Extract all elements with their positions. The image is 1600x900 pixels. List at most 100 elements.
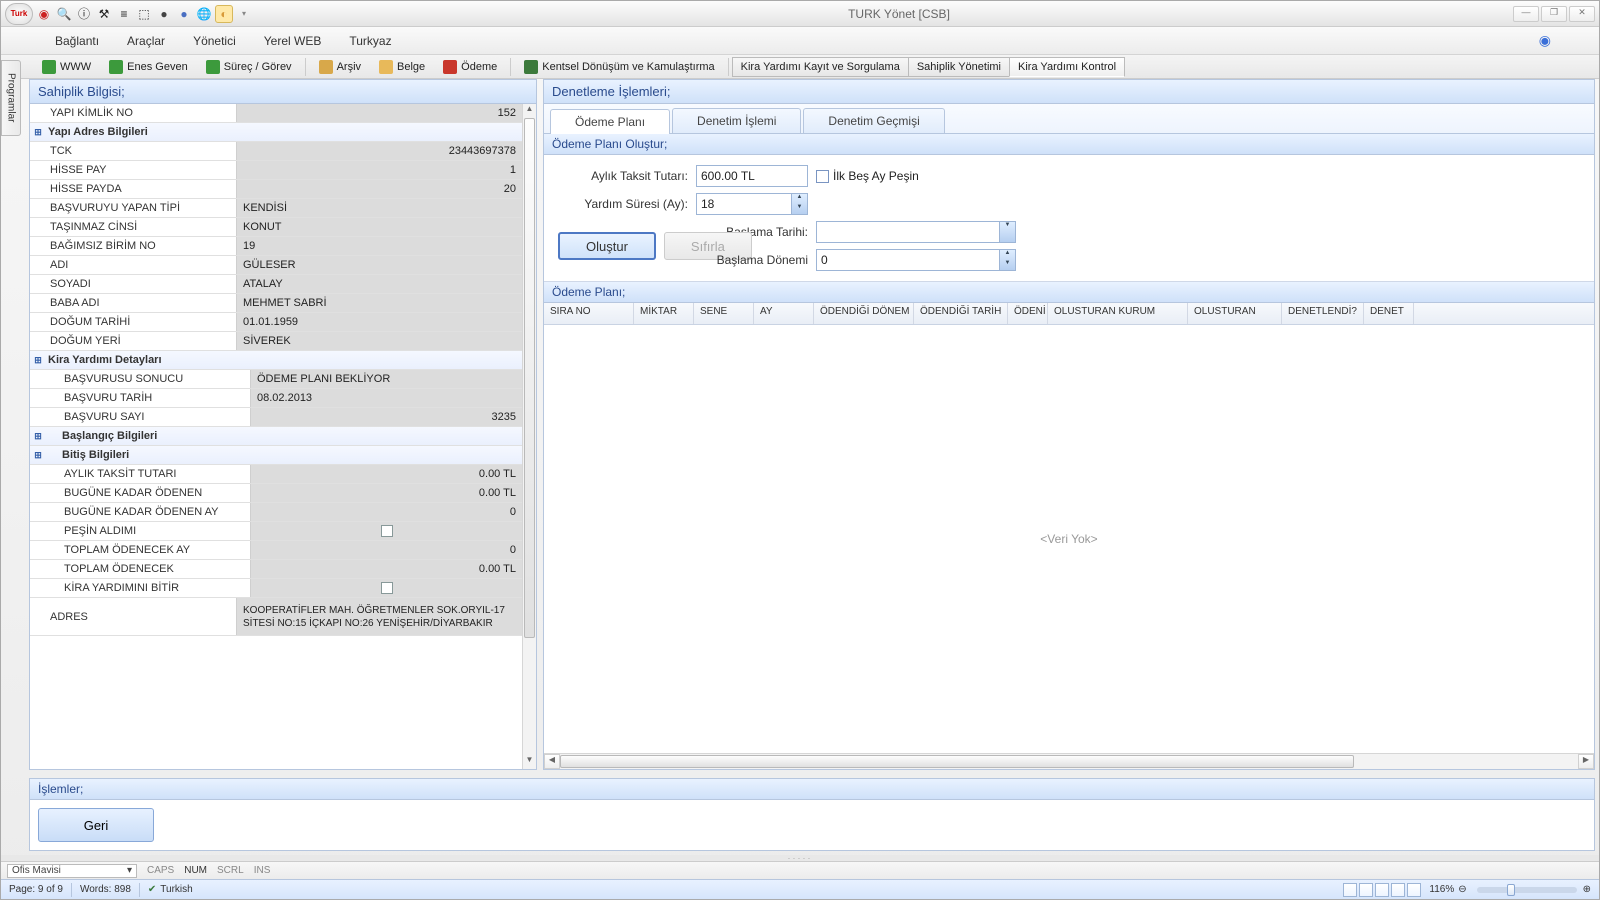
grid-row-9: SOYADIATALAY	[30, 275, 536, 294]
statusbar-2: Page: 9 of 9 Words: 898 ✔ Turkish 116% ⊖…	[1, 879, 1599, 899]
geri-button[interactable]: Geri	[38, 808, 154, 842]
vscroll[interactable]: ▲ ▼	[522, 104, 536, 769]
grid-row-15: BAŞVURU TARİH08.02.2013	[30, 389, 536, 408]
dg-col-10[interactable]: DENET	[1364, 303, 1414, 324]
view-btn-4[interactable]	[1391, 883, 1405, 897]
ilkbes-checkbox[interactable]	[816, 170, 829, 183]
dg-col-0[interactable]: SIRA NO	[544, 303, 634, 324]
st-tab-0[interactable]: Kira Yardımı Kayıt ve Sorgulama	[732, 57, 909, 77]
baslama-tarihi-input[interactable]: ▼	[816, 221, 1016, 243]
row-label-22: PEŞİN ALDIMI	[60, 525, 250, 537]
dg-col-8[interactable]: OLUSTURAN	[1188, 303, 1282, 324]
zoom-in[interactable]: ⊕	[1583, 884, 1591, 895]
row-value-6: KONUT	[236, 218, 522, 236]
tb-icon-globe[interactable]: 🌐	[195, 5, 213, 23]
dg-col-3[interactable]: AY	[754, 303, 814, 324]
tb-icon-last[interactable]: ◐	[215, 5, 233, 23]
st-btn-6[interactable]: Kentsel Dönüşüm ve Kamulaştırma	[515, 57, 723, 77]
baslama-donemi-input[interactable]: 0▲▼	[816, 249, 1016, 271]
datagrid: SIRA NOMİKTARSENEAYÖDENDİĞİ DÖNEMÖDENDİĞ…	[544, 303, 1594, 769]
zoom-out[interactable]: ⊖	[1458, 884, 1466, 895]
sure-input[interactable]: 18▲▼	[696, 193, 808, 215]
tb-icon-dropdown[interactable]: ▾	[235, 5, 253, 23]
view-btn-5[interactable]	[1407, 883, 1421, 897]
st-btn-4[interactable]: Belge	[370, 57, 434, 77]
tb-icon-tool[interactable]: ⚒	[95, 5, 113, 23]
st-btn-0[interactable]: WWW	[33, 57, 100, 77]
hscroll[interactable]: ◀ ▶	[544, 753, 1594, 769]
st-btn-1[interactable]: Enes Geven	[100, 57, 197, 77]
st-icon-0	[42, 60, 56, 74]
expand-icon[interactable]: ⊞	[30, 431, 46, 442]
st-btn-3[interactable]: Arşiv	[310, 57, 370, 77]
theme-selector[interactable]: Ofis Mavisi▾	[7, 864, 137, 878]
view-btn-2[interactable]	[1359, 883, 1373, 897]
row-label-20: BUGÜNE KADAR ÖDENEN	[60, 487, 250, 499]
sub-tab-1[interactable]: Denetim İşlemi	[672, 108, 801, 133]
row-value-20: 0.00 TL	[250, 484, 522, 502]
zoom-slider[interactable]	[1477, 887, 1577, 893]
menu-yonetici[interactable]: Yönetici	[179, 30, 250, 52]
tb-icon-dot1[interactable]: ●	[155, 5, 173, 23]
row-label-7: BAĞIMSIZ BİRİM NO	[46, 240, 236, 252]
row-label-3: HİSSE PAY	[46, 164, 236, 176]
dg-col-1[interactable]: MİKTAR	[634, 303, 694, 324]
olustur-button[interactable]: Oluştur	[558, 232, 656, 260]
spellcheck-icon[interactable]: ✔	[148, 884, 156, 895]
row-value-9: ATALAY	[236, 275, 522, 293]
row-value-19: 0.00 TL	[250, 465, 522, 483]
sub-tab-2[interactable]: Denetim Geçmişi	[803, 108, 944, 133]
tb-icon-grid[interactable]: ⬚	[135, 5, 153, 23]
view-btn-1[interactable]	[1343, 883, 1357, 897]
st-tab-1[interactable]: Sahiplik Yönetimi	[908, 57, 1010, 77]
tb-icon-0[interactable]: ◉	[35, 5, 53, 23]
expand-icon[interactable]: ⊞	[30, 127, 46, 138]
row-checkbox-22[interactable]	[381, 525, 393, 537]
row-checkbox-25[interactable]	[381, 582, 393, 594]
view-btn-3[interactable]	[1375, 883, 1389, 897]
tb-icon-dot2[interactable]: ●	[175, 5, 193, 23]
row-value-16: 3235	[250, 408, 522, 426]
aylik-label: Aylık Taksit Tutarı:	[558, 169, 688, 183]
tb-icon-search[interactable]: 🔍	[55, 5, 73, 23]
menu-yerelweb[interactable]: Yerel WEB	[250, 30, 336, 52]
st-tab-2[interactable]: Kira Yardımı Kontrol	[1009, 57, 1125, 77]
minimize-button[interactable]: —	[1513, 6, 1539, 22]
app-orb[interactable]: Turk	[5, 3, 33, 25]
dg-col-9[interactable]: DENETLENDİ?	[1282, 303, 1364, 324]
num-indicator: NUM	[184, 865, 207, 876]
grid-row-22: PEŞİN ALDIMI	[30, 522, 536, 541]
menu-turkyaz[interactable]: Turkyaz	[335, 30, 405, 52]
expand-icon[interactable]: ⊞	[30, 450, 46, 461]
menu-araclar[interactable]: Araçlar	[113, 30, 179, 52]
expand-icon[interactable]: ⊞	[30, 355, 46, 366]
st-btn-2[interactable]: Süreç / Görev	[197, 57, 301, 77]
help-icon[interactable]: ◉	[1539, 32, 1551, 49]
dg-col-2[interactable]: SENE	[694, 303, 754, 324]
bottom-panel: İşlemler; Geri	[29, 778, 1595, 851]
tb-icon-info[interactable]: ⓘ	[75, 5, 93, 23]
lang-indicator[interactable]: Turkish	[160, 884, 192, 895]
tb-icon-list[interactable]: ≡	[115, 5, 133, 23]
dg-col-7[interactable]: OLUSTURAN KURUM	[1048, 303, 1188, 324]
sub-tab-0[interactable]: Ödeme Planı	[550, 109, 670, 134]
dg-col-5[interactable]: ÖDENDİĞİ TARİH	[914, 303, 1008, 324]
st-label-6: Kentsel Dönüşüm ve Kamulaştırma	[542, 61, 714, 73]
sidebar-tab-programlar[interactable]: Programlar	[1, 60, 21, 136]
close-button[interactable]: ✕	[1569, 6, 1595, 22]
row-label-12: DOĞUM YERİ	[46, 335, 236, 347]
row-label-4: HİSSE PAYDA	[46, 183, 236, 195]
grid-row-20: BUGÜNE KADAR ÖDENEN0.00 TL	[30, 484, 536, 503]
st-icon-3	[319, 60, 333, 74]
row-label-19: AYLIK TAKSİT TUTARI	[60, 468, 250, 480]
dg-col-6[interactable]: ÖDENİ	[1008, 303, 1048, 324]
st-label-3: Arşiv	[337, 61, 361, 73]
dg-col-4[interactable]: ÖDENDİĞİ DÖNEM	[814, 303, 914, 324]
menu-baglanti[interactable]: Bağlantı	[41, 30, 113, 52]
aylik-input[interactable]: 600.00 TL	[696, 165, 808, 187]
sure-label: Yardım Süresi (Ay):	[558, 197, 688, 211]
words-indicator: Words: 898	[80, 884, 131, 895]
st-icon-2	[206, 60, 220, 74]
maximize-button[interactable]: ❐	[1541, 6, 1567, 22]
st-btn-5[interactable]: Ödeme	[434, 57, 506, 77]
